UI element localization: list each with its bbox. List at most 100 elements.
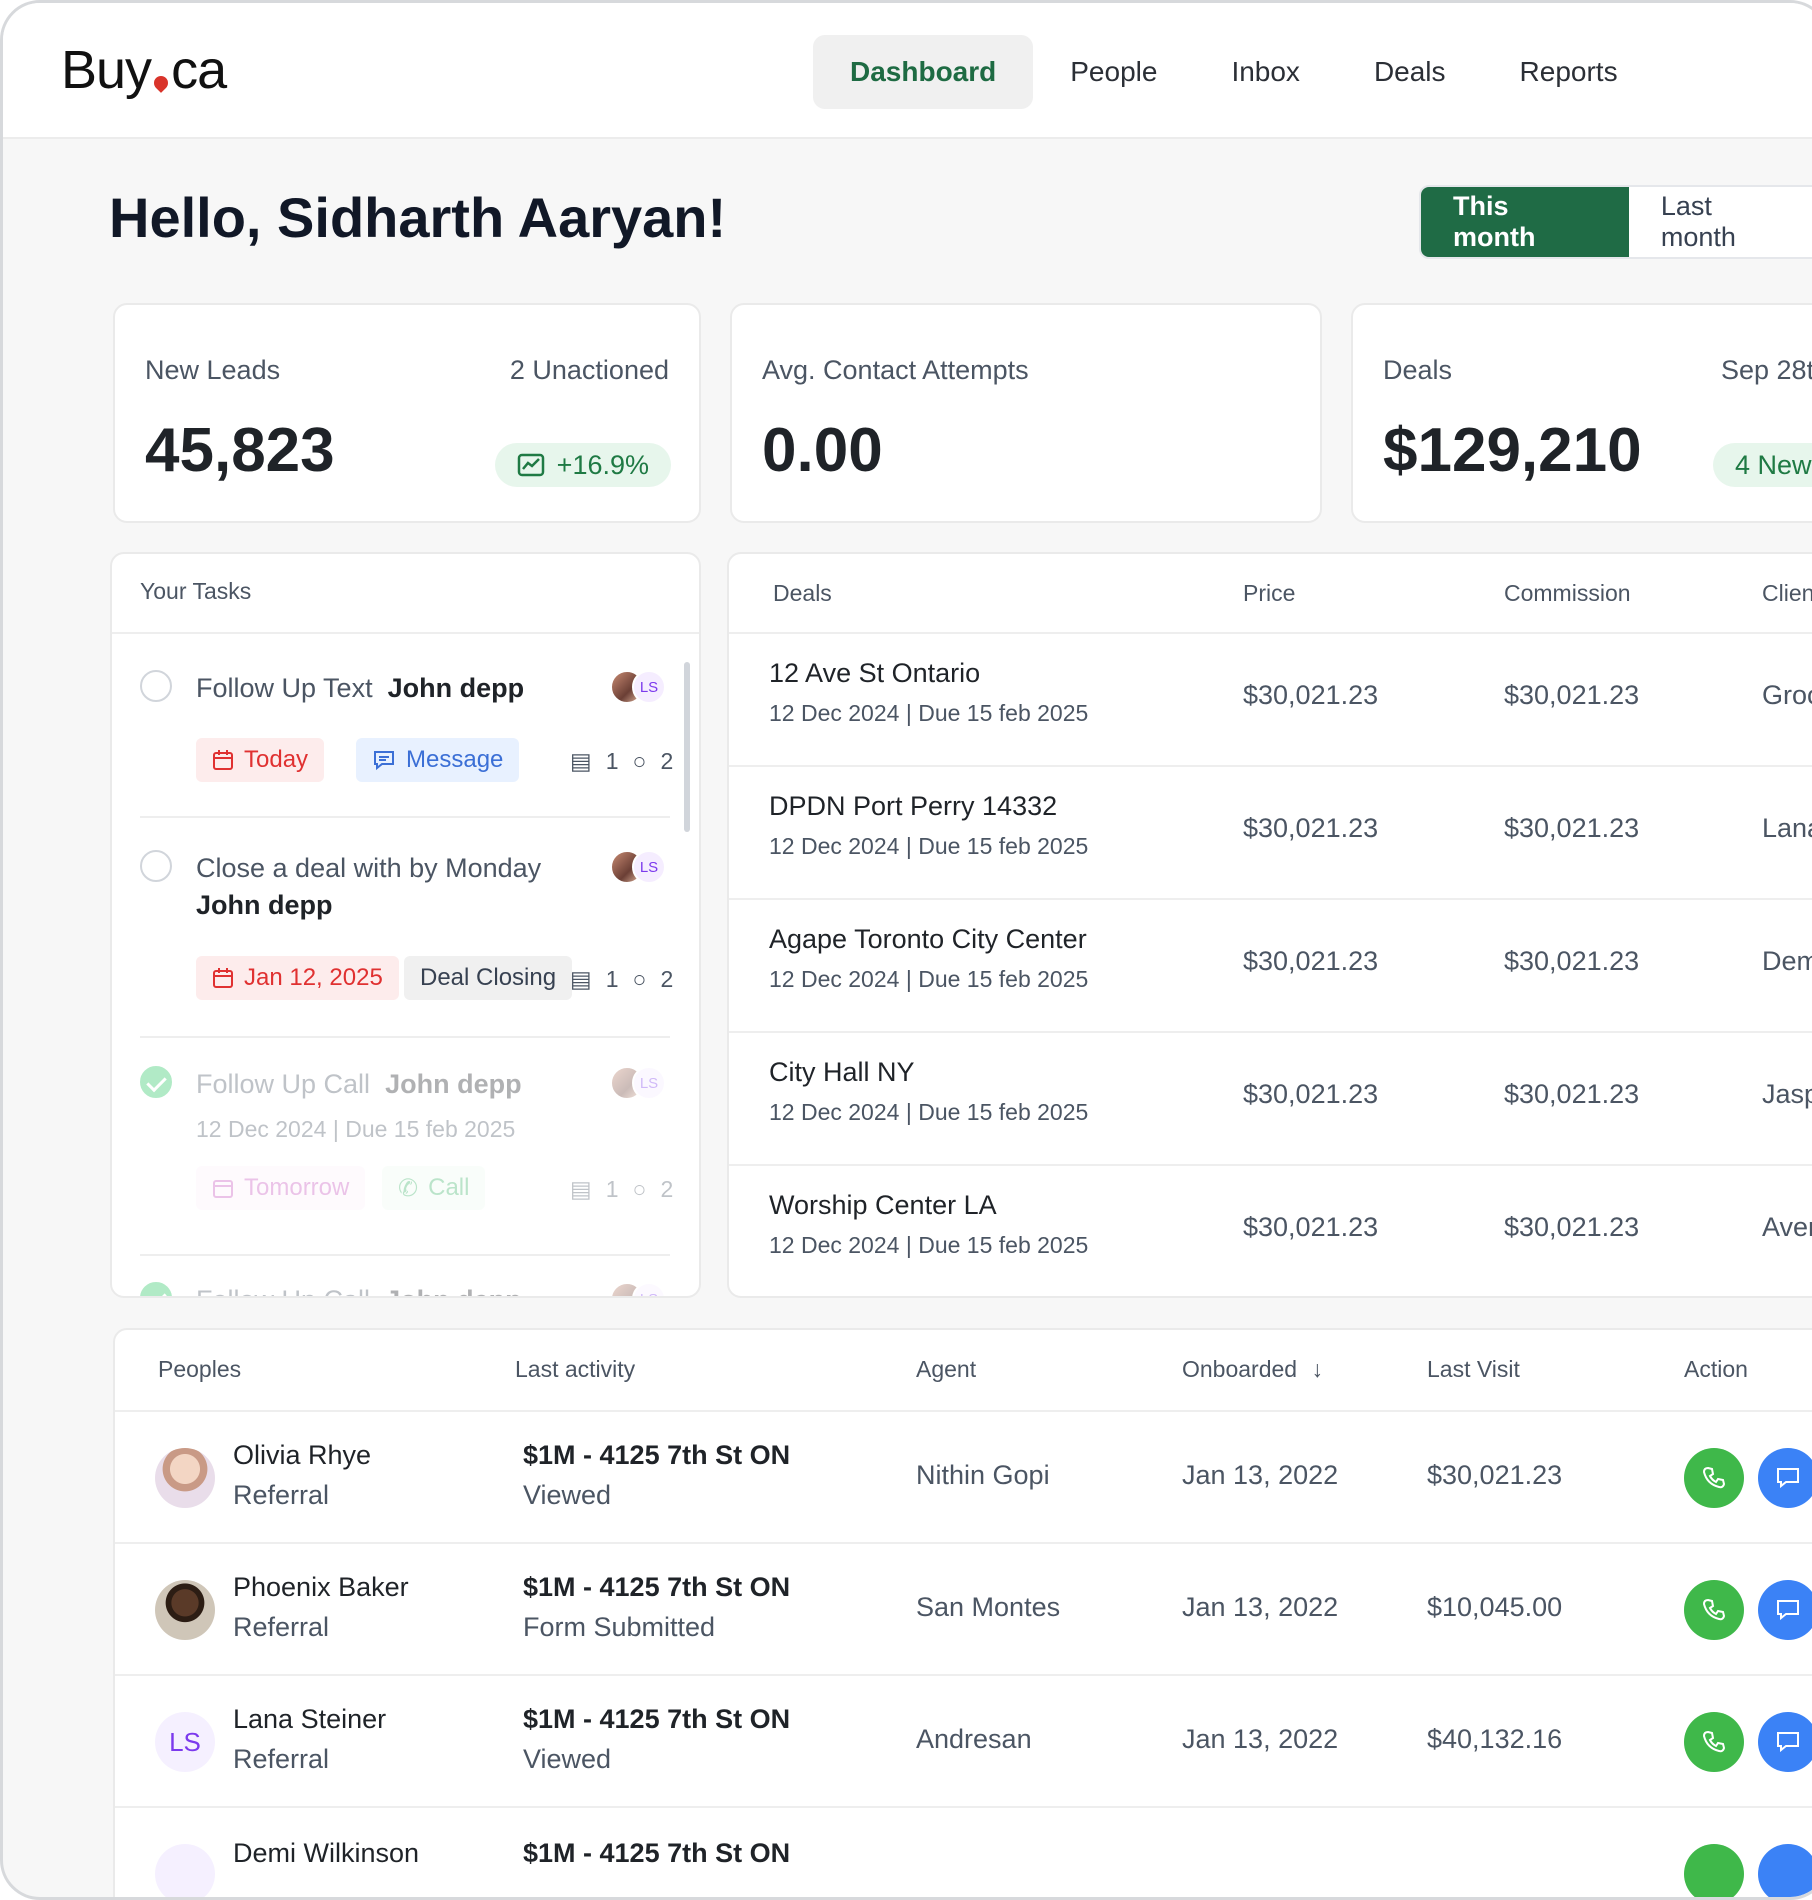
- task-prefix: Follow Up Call: [196, 1285, 370, 1296]
- table-row[interactable]: DPDN Port Perry 14332 12 Dec 2024 | Due …: [729, 765, 1812, 897]
- activity-col-header[interactable]: Last activity: [515, 1356, 635, 1383]
- person-name[interactable]: Lana Steiner: [233, 1704, 386, 1735]
- due-chip-label: Today: [244, 746, 309, 773]
- activity-title[interactable]: $1M - 4125 7th St ON: [523, 1572, 790, 1603]
- greeting-title: Hello, Sidharth Aaryan!: [109, 186, 727, 249]
- onboarded-date: Jan 13, 2022: [1182, 1592, 1339, 1622]
- type-chip[interactable]: ✆ Call: [382, 1166, 486, 1210]
- due-chip[interactable]: Tomorrow: [196, 1166, 366, 1210]
- call-button[interactable]: [1684, 1844, 1744, 1897]
- activity-title[interactable]: $1M - 4125 7th St ON: [523, 1838, 790, 1869]
- peoples-col-header[interactable]: Peoples: [158, 1356, 241, 1383]
- deal-dates: 12 Dec 2024 | Due 15 feb 2025: [769, 833, 1089, 859]
- top-bar: Buy ca Dashboard People Inbox Deals Repor…: [3, 3, 1812, 139]
- deal-price: $30,021.23: [1243, 1079, 1379, 1109]
- unactioned-count[interactable]: 2 Unactioned: [510, 355, 669, 386]
- message-button[interactable]: [1758, 1448, 1812, 1508]
- task-checkbox[interactable]: [140, 670, 172, 702]
- avatar: [155, 1844, 215, 1897]
- table-row[interactable]: Worship Center LA 12 Dec 2024 | Due 15 f…: [729, 1164, 1812, 1296]
- nav-people[interactable]: People: [1033, 35, 1194, 109]
- deal-name[interactable]: Agape Toronto City Center: [769, 924, 1087, 955]
- nav-reports[interactable]: Reports: [1483, 35, 1655, 109]
- task-assignees: LS: [610, 850, 670, 886]
- task-counts: ▤ 1 ○ 2: [570, 966, 673, 993]
- due-chip-label: Jan 12, 2025: [244, 964, 383, 991]
- onboarded-col-header[interactable]: Onboarded ↓: [1182, 1356, 1323, 1383]
- table-row[interactable]: Agape Toronto City Center 12 Dec 2024 | …: [729, 898, 1812, 1030]
- task-item-completed[interactable]: Follow Up Call John depp LS: [140, 1282, 670, 1296]
- deal-client: Lana: [1762, 813, 1812, 843]
- period-last-month[interactable]: Last month: [1629, 187, 1812, 257]
- note-count: 1: [605, 966, 619, 992]
- new-leads-label: New Leads: [145, 355, 281, 385]
- activity-title[interactable]: $1M - 4125 7th St ON: [523, 1704, 790, 1735]
- due-chip[interactable]: Jan 12, 2025: [196, 956, 399, 1000]
- task-due: Due 15 feb 2025: [345, 1116, 516, 1142]
- avatar: LS: [155, 1712, 215, 1772]
- task-contact[interactable]: John depp: [385, 1069, 522, 1099]
- onboarded-date: Jan 13, 2022: [1182, 1724, 1339, 1754]
- person-name[interactable]: Demi Wilkinson: [233, 1838, 419, 1869]
- task-title: Follow Up Text John depp: [196, 670, 596, 707]
- deal-dates: 12 Dec 2024 | Due 15 feb 2025: [769, 966, 1089, 992]
- commission-col-header[interactable]: Commission: [1504, 580, 1631, 607]
- period-this-month[interactable]: This month: [1421, 187, 1629, 257]
- due-chip[interactable]: Today: [196, 738, 325, 782]
- last-visit-col-header[interactable]: Last Visit: [1427, 1356, 1520, 1383]
- price-col-header[interactable]: Price: [1243, 580, 1295, 607]
- deal-name[interactable]: Worship Center LA: [769, 1190, 997, 1221]
- comment-icon: ○: [632, 748, 647, 774]
- message-button[interactable]: [1758, 1580, 1812, 1640]
- location-pin-icon: [151, 73, 171, 93]
- call-button[interactable]: [1684, 1712, 1744, 1772]
- phone-icon: [1702, 1598, 1726, 1621]
- task-counts: ▤ 1 ○ 2: [570, 1176, 673, 1203]
- deal-date: 12 Dec 2024: [769, 833, 900, 859]
- deal-client: Groc: [1762, 680, 1812, 710]
- tasks-scrollbar[interactable]: [684, 662, 690, 832]
- person-name[interactable]: Phoenix Baker: [233, 1572, 409, 1603]
- person-name[interactable]: Olivia Rhye: [233, 1440, 371, 1471]
- nav-deals[interactable]: Deals: [1337, 35, 1483, 109]
- task-contact[interactable]: John depp: [385, 1285, 522, 1296]
- nav-inbox[interactable]: Inbox: [1194, 35, 1337, 109]
- table-row[interactable]: Olivia Rhye Referral $1M - 4125 7th St O…: [115, 1410, 1812, 1542]
- task-checkbox[interactable]: [140, 850, 172, 882]
- task-prefix: Follow Up Call: [196, 1069, 371, 1099]
- task-item[interactable]: Close a deal with by Monday John depp LS …: [140, 850, 673, 1010]
- table-row[interactable]: Phoenix Baker Referral $1M - 4125 7th St…: [115, 1542, 1812, 1674]
- leads-growth-value: +16.9%: [556, 449, 649, 480]
- task-contact[interactable]: John depp: [196, 890, 333, 920]
- client-col-header[interactable]: Clien: [1762, 580, 1812, 607]
- task-checkbox-checked[interactable]: [140, 1282, 172, 1296]
- brand-logo[interactable]: Buy ca: [61, 39, 227, 101]
- type-chip[interactable]: Message: [356, 738, 520, 782]
- agent-name: San Montes: [916, 1592, 1061, 1622]
- call-button[interactable]: [1684, 1580, 1744, 1640]
- task-item[interactable]: Follow Up Text John depp LS Today Messag…: [140, 670, 673, 790]
- message-button[interactable]: [1758, 1844, 1812, 1897]
- message-icon: [374, 751, 394, 771]
- agent-col-header[interactable]: Agent: [916, 1356, 976, 1383]
- activity-title[interactable]: $1M - 4125 7th St ON: [523, 1440, 790, 1471]
- task-checkbox-checked[interactable]: [140, 1066, 172, 1098]
- deal-dates: 12 Dec 2024 | Due 15 feb 2025: [769, 700, 1089, 726]
- task-prefix: Follow Up Text: [196, 673, 373, 703]
- task-contact[interactable]: John depp: [388, 673, 525, 703]
- type-chip[interactable]: Deal Closing: [404, 956, 573, 1000]
- call-button[interactable]: [1684, 1448, 1744, 1508]
- table-row[interactable]: 12 Ave St Ontario 12 Dec 2024 | Due 15 f…: [729, 632, 1812, 764]
- deal-name[interactable]: DPDN Port Perry 14332: [769, 791, 1057, 822]
- message-button[interactable]: [1758, 1712, 1812, 1772]
- table-row[interactable]: City Hall NY 12 Dec 2024 | Due 15 feb 20…: [729, 1031, 1812, 1163]
- task-divider: [140, 1036, 670, 1038]
- nav-dashboard[interactable]: Dashboard: [813, 35, 1034, 109]
- task-item-completed[interactable]: Follow Up Call John depp LS 12 Dec 2024 …: [140, 1066, 673, 1226]
- due-chip-label: Tomorrow: [244, 1174, 350, 1201]
- deal-name[interactable]: City Hall NY: [769, 1057, 915, 1088]
- deal-name[interactable]: 12 Ave St Ontario: [769, 658, 980, 689]
- table-row[interactable]: LS Lana Steiner Referral $1M - 4125 7th …: [115, 1674, 1812, 1806]
- table-row[interactable]: Demi Wilkinson $1M - 4125 7th St ON: [115, 1806, 1812, 1897]
- deals-col-header[interactable]: Deals: [773, 580, 832, 607]
